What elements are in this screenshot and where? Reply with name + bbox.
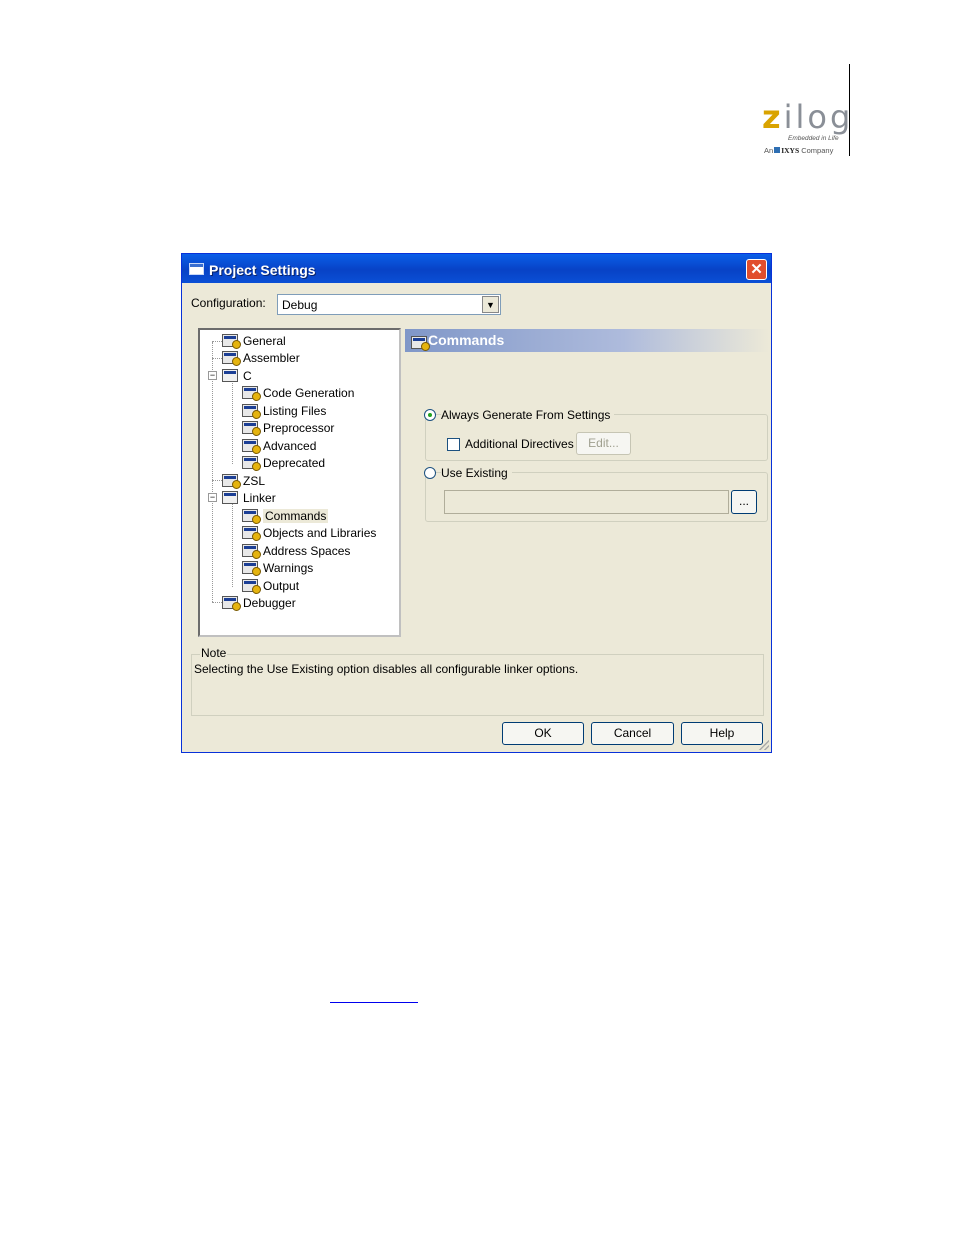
tree-item-linker[interactable]: Linker — [222, 490, 276, 506]
settings-tree[interactable]: − − General Assembler C Code Generation … — [198, 328, 401, 637]
settings-page-icon — [242, 509, 261, 524]
logo-tagline: Embedded in Life — [788, 135, 839, 142]
tree-item-warnings[interactable]: Warnings — [242, 560, 313, 576]
use-existing-label[interactable]: Use Existing — [441, 466, 512, 480]
tree-connector — [212, 342, 213, 602]
tree-item-c[interactable]: C — [222, 368, 252, 384]
note-text: Selecting the Use Existing option disabl… — [194, 662, 579, 676]
tree-item-label: Output — [263, 579, 300, 593]
folder-icon — [222, 491, 238, 504]
logo-wordmark: zilog — [762, 100, 853, 134]
settings-page-icon — [242, 544, 261, 559]
project-settings-dialog: Project Settings ✕ Configuration: Debug … — [181, 253, 772, 753]
dropdown-arrow-icon[interactable]: ▼ — [482, 296, 499, 313]
tree-item-label: Commands — [263, 509, 329, 523]
tree-item-label: C — [243, 369, 252, 383]
settings-page-icon — [242, 579, 261, 594]
existing-file-input[interactable] — [444, 490, 729, 514]
ok-button[interactable]: OK — [502, 722, 584, 745]
settings-page-icon — [222, 334, 241, 349]
tree-item-advanced[interactable]: Advanced — [242, 438, 316, 454]
logo-company-line: An IXYS Company — [764, 146, 833, 155]
tree-item-label: Advanced — [263, 439, 317, 453]
tree-connector — [232, 502, 233, 587]
dialog-titlebar[interactable]: Project Settings ✕ — [182, 254, 771, 283]
edit-button[interactable]: Edit... — [576, 432, 631, 455]
logo-company-suffix: Company — [801, 146, 834, 155]
close-button[interactable]: ✕ — [746, 259, 767, 280]
logo-company-prefix: An — [764, 146, 774, 155]
tree-connector — [212, 341, 222, 342]
settings-page-icon — [242, 421, 261, 436]
settings-page-icon — [222, 596, 241, 611]
tree-item-label: Preprocessor — [263, 421, 335, 435]
expand-toggle-linker[interactable]: − — [208, 493, 217, 502]
settings-page-icon — [222, 351, 241, 366]
hyperlink-underline[interactable] — [330, 1002, 418, 1003]
tree-item-objects-and-libraries[interactable]: Objects and Libraries — [242, 525, 376, 541]
cancel-button[interactable]: Cancel — [591, 722, 674, 745]
tree-item-deprecated[interactable]: Deprecated — [242, 455, 325, 471]
note-label: Note — [200, 646, 228, 660]
tree-connector — [212, 602, 222, 603]
settings-page-icon — [242, 386, 261, 401]
tree-connector — [232, 379, 233, 464]
settings-page-icon — [242, 526, 261, 541]
tree-item-label: Address Spaces — [263, 544, 351, 558]
settings-page-icon — [242, 456, 261, 471]
tree-item-output[interactable]: Output — [242, 578, 299, 594]
tree-connector — [212, 358, 222, 359]
folder-icon — [222, 369, 238, 382]
configuration-label: Configuration: — [191, 296, 266, 310]
tree-item-debugger[interactable]: Debugger — [222, 595, 296, 611]
settings-page-icon — [242, 561, 261, 576]
tree-item-code-generation[interactable]: Code Generation — [242, 385, 354, 401]
additional-directives-label[interactable]: Additional Directives — [465, 437, 574, 451]
tree-item-label: ZSL — [243, 474, 266, 488]
configuration-value: Debug — [282, 298, 318, 312]
logo-company-name: IXYS — [781, 146, 800, 155]
settings-page-icon — [411, 336, 430, 351]
additional-directives-checkbox[interactable] — [447, 438, 460, 451]
tree-item-listing-files[interactable]: Listing Files — [242, 403, 326, 419]
tree-item-assembler[interactable]: Assembler — [222, 350, 300, 366]
settings-page-icon — [242, 404, 261, 419]
tree-item-label: Code Generation — [263, 386, 355, 400]
tree-item-label: Linker — [243, 491, 276, 505]
tree-item-label: General — [243, 334, 286, 348]
tree-item-preprocessor[interactable]: Preprocessor — [242, 420, 334, 436]
tree-item-address-spaces[interactable]: Address Spaces — [242, 543, 350, 559]
always-generate-label[interactable]: Always Generate From Settings — [441, 408, 615, 422]
use-existing-radio[interactable] — [424, 467, 436, 479]
tree-item-label: Warnings — [263, 561, 314, 575]
tree-item-label: Objects and Libraries — [263, 526, 377, 540]
always-generate-radio[interactable] — [424, 409, 436, 421]
pane-header: Commands — [405, 329, 769, 352]
browse-button[interactable]: ... — [731, 490, 757, 514]
settings-page-icon — [242, 439, 261, 454]
tree-item-label: Listing Files — [263, 404, 327, 418]
pane-title: Commands — [428, 332, 505, 348]
help-button[interactable]: Help — [681, 722, 763, 745]
expand-toggle-c[interactable]: − — [208, 371, 217, 380]
header-rule — [849, 64, 850, 156]
tree-connector — [212, 480, 222, 481]
tree-item-zsl[interactable]: ZSL — [222, 473, 265, 489]
tree-item-commands[interactable]: Commands — [242, 508, 329, 524]
window-icon — [189, 263, 204, 275]
logo-wordmark-rest: ilog — [783, 98, 854, 136]
tree-item-general[interactable]: General — [222, 333, 286, 349]
zilog-logo: zilog Embedded in Life An IXYS Company — [760, 100, 850, 160]
settings-page-icon — [222, 474, 241, 489]
tree-item-label: Debugger — [243, 596, 296, 610]
resize-grip-icon[interactable] — [759, 740, 769, 750]
dialog-title: Project Settings — [209, 262, 316, 278]
tree-item-label: Deprecated — [263, 456, 326, 470]
tree-item-label: Assembler — [243, 351, 300, 365]
configuration-select[interactable]: Debug ▼ — [277, 294, 501, 315]
logo-wordmark-z: z — [762, 98, 784, 136]
ixys-square-icon — [774, 147, 781, 153]
